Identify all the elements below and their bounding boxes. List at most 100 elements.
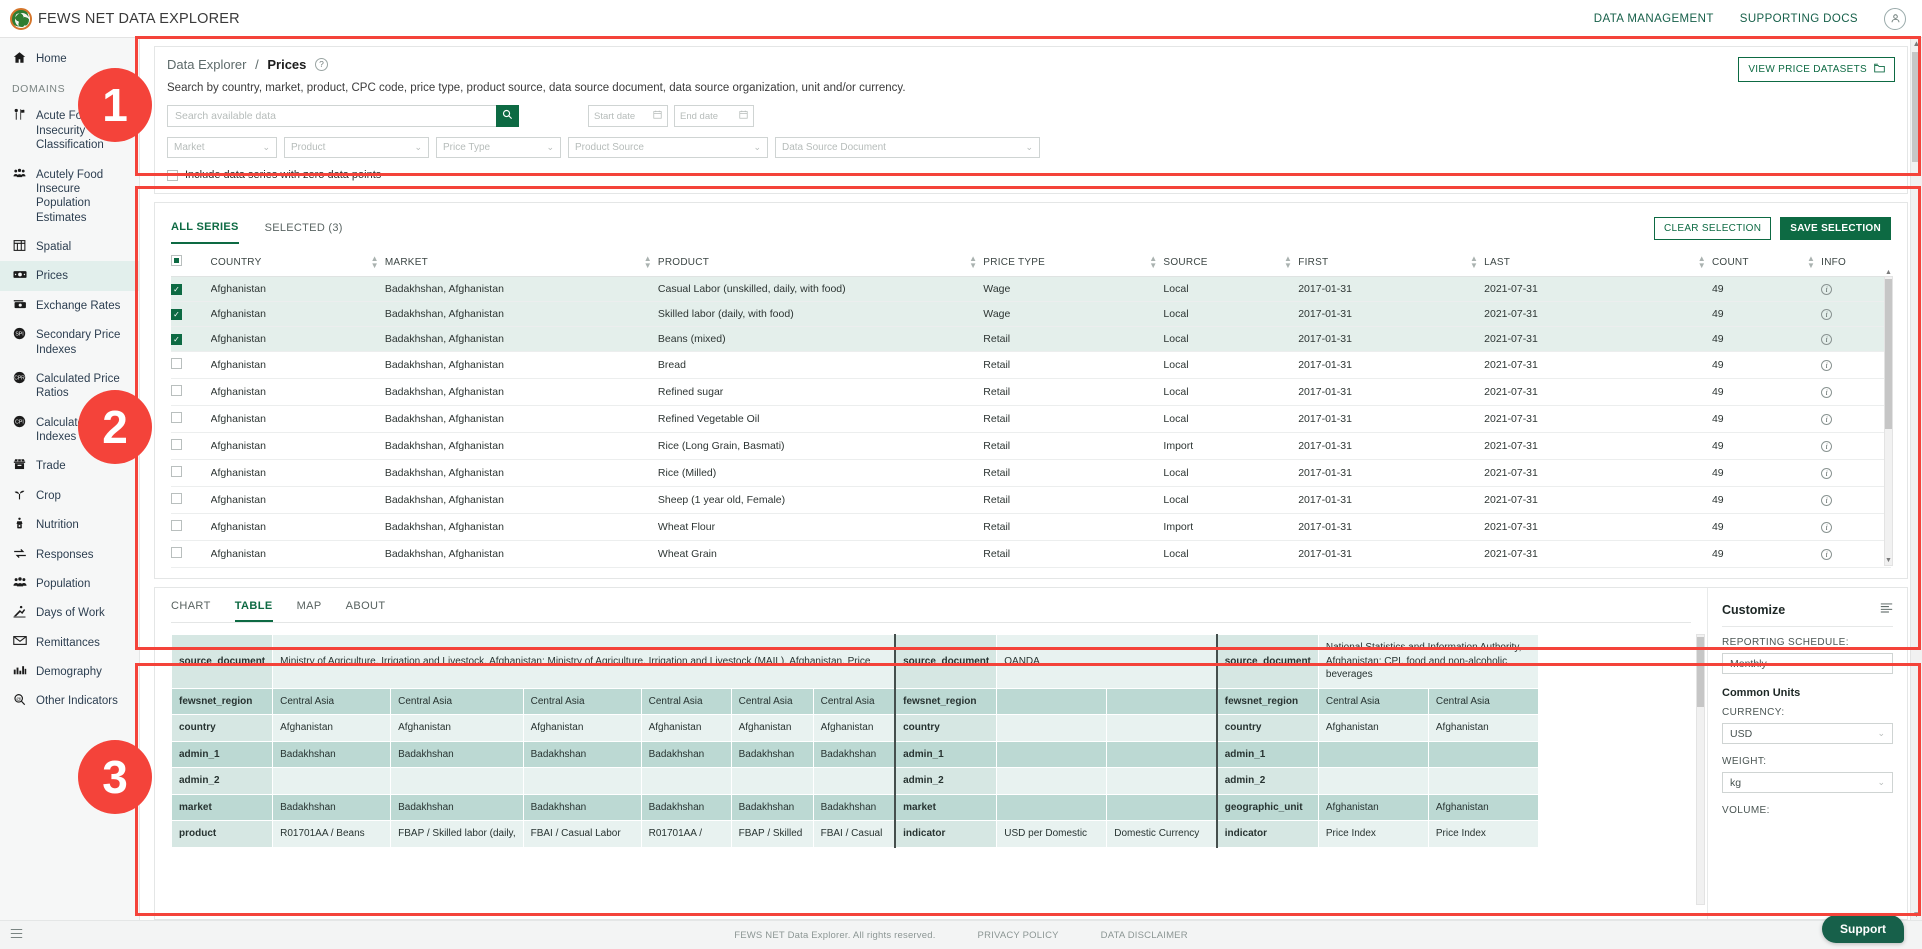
cell-info[interactable]: i — [1821, 277, 1891, 302]
search-button[interactable] — [496, 105, 519, 127]
column-header-price_type[interactable]: PRICE TYPE▲▼ — [983, 248, 1163, 277]
table-row[interactable]: AfghanistanBadakhshan, AfghanistanRefine… — [171, 406, 1891, 433]
brand[interactable]: FEWS NET DATA EXPLORER — [10, 8, 240, 30]
tab-chart[interactable]: CHART — [171, 600, 211, 622]
row-checkbox[interactable] — [171, 466, 182, 477]
row-select-cell[interactable] — [171, 352, 211, 379]
row-checkbox[interactable] — [171, 358, 182, 369]
info-icon[interactable]: i — [1821, 387, 1832, 398]
sidebar-item-secondary-price-indexes[interactable]: SPISecondary Price Indexes — [0, 320, 139, 364]
info-icon[interactable]: i — [1821, 284, 1832, 295]
row-checkbox[interactable] — [171, 520, 182, 531]
view-price-datasets-button[interactable]: VIEW PRICE DATASETS — [1738, 57, 1895, 82]
table-row[interactable]: ✓AfghanistanBadakhshan, AfghanistanSkill… — [171, 302, 1891, 327]
start-date-field[interactable]: Start date — [588, 105, 668, 127]
column-header-market[interactable]: MARKET▲▼ — [385, 248, 658, 277]
sidebar-item-trade[interactable]: Trade — [0, 451, 139, 480]
sort-icon[interactable]: ▲▼ — [1470, 255, 1478, 269]
info-icon[interactable]: i — [1821, 522, 1832, 533]
table-row[interactable]: AfghanistanBadakhshan, AfghanistanSheep … — [171, 487, 1891, 514]
sidebar-item-other-indicators[interactable]: @Other Indicators — [0, 686, 139, 715]
sidebar-item-spatial[interactable]: Spatial — [0, 232, 139, 261]
row-select-cell[interactable]: ✓ — [171, 277, 211, 302]
sidebar-item-calculated-price-indexes[interactable]: CPICalculated Price Indexes — [0, 408, 139, 452]
sidebar-item-home[interactable]: Home — [0, 44, 139, 73]
row-checkbox[interactable]: ✓ — [171, 334, 182, 345]
sort-icon[interactable]: ▲▼ — [644, 255, 652, 269]
row-select-cell[interactable] — [171, 541, 211, 568]
list-settings-icon[interactable] — [1880, 602, 1893, 617]
info-icon[interactable]: i — [1821, 495, 1832, 506]
table-row[interactable]: ✓AfghanistanBadakhshan, AfghanistanCasua… — [171, 277, 1891, 302]
row-select-cell[interactable] — [171, 460, 211, 487]
footer-menu-icon[interactable] — [10, 928, 23, 942]
zero-data-points-checkbox[interactable] — [167, 170, 178, 181]
sort-icon[interactable]: ▲▼ — [371, 255, 379, 269]
reporting-schedule-select[interactable]: Monthly ⌄ — [1722, 653, 1893, 674]
help-icon[interactable]: ? — [315, 58, 328, 71]
column-header-count[interactable]: COUNT▲▼ — [1712, 248, 1821, 277]
tab-all-series[interactable]: ALL SERIES — [171, 221, 239, 244]
clear-selection-button[interactable]: CLEAR SELECTION — [1654, 217, 1771, 240]
tab-table[interactable]: TABLE — [235, 600, 273, 622]
sidebar-item-remittances[interactable]: Remittances — [0, 628, 139, 657]
breadcrumb-root[interactable]: Data Explorer — [167, 57, 246, 72]
cell-info[interactable]: i — [1821, 433, 1891, 460]
select-all-checkbox[interactable] — [171, 255, 182, 266]
cell-info[interactable]: i — [1821, 460, 1891, 487]
sort-icon[interactable]: ▲▼ — [1284, 255, 1292, 269]
column-header-last[interactable]: LAST▲▼ — [1484, 248, 1712, 277]
row-checkbox[interactable] — [171, 439, 182, 450]
row-checkbox[interactable] — [171, 412, 182, 423]
row-checkbox[interactable]: ✓ — [171, 284, 182, 295]
search-input[interactable] — [167, 105, 496, 127]
sort-icon[interactable]: ▲▼ — [1149, 255, 1157, 269]
cell-info[interactable]: i — [1821, 379, 1891, 406]
row-checkbox[interactable] — [171, 385, 182, 396]
filter-select-price-type[interactable]: Price Type⌄ — [436, 137, 561, 158]
cell-info[interactable]: i — [1821, 327, 1891, 352]
row-select-cell[interactable] — [171, 379, 211, 406]
filter-select-data-source-document[interactable]: Data Source Document⌄ — [775, 137, 1040, 158]
currency-select[interactable]: USD ⌄ — [1722, 723, 1893, 744]
cell-info[interactable]: i — [1821, 514, 1891, 541]
sidebar-item-acutely-food-insecure-population-estimates[interactable]: Acutely Food Insecure Population Estimat… — [0, 160, 139, 233]
info-icon[interactable]: i — [1821, 414, 1832, 425]
row-checkbox[interactable] — [171, 493, 182, 504]
series-table-scrollbar[interactable]: ▲ ▼ — [1884, 276, 1893, 566]
tab-selected[interactable]: SELECTED (3) — [265, 222, 343, 243]
info-icon[interactable]: i — [1821, 441, 1832, 452]
table-row[interactable]: AfghanistanBadakhshan, AfghanistanWheat … — [171, 514, 1891, 541]
row-select-cell[interactable] — [171, 487, 211, 514]
row-select-cell[interactable] — [171, 406, 211, 433]
nav-data-management[interactable]: DATA MANAGEMENT — [1594, 13, 1714, 25]
zero-data-points-row[interactable]: Include data series with zero data point… — [167, 169, 1895, 181]
footer-link-data-disclaimer[interactable]: DATA DISCLAIMER — [1101, 930, 1188, 941]
info-icon[interactable]: i — [1821, 468, 1832, 479]
cell-info[interactable]: i — [1821, 406, 1891, 433]
sidebar-item-acute-food-insecurity-classification[interactable]: Acute Food Insecurity Classification — [0, 101, 139, 159]
filter-select-product-source[interactable]: Product Source⌄ — [568, 137, 768, 158]
weight-select[interactable]: kg ⌄ — [1722, 772, 1893, 793]
info-icon[interactable]: i — [1821, 334, 1832, 345]
cell-info[interactable]: i — [1821, 541, 1891, 568]
sort-icon[interactable]: ▲▼ — [1807, 255, 1815, 269]
sidebar-item-demography[interactable]: Demography — [0, 657, 139, 686]
end-date-field[interactable]: End date — [674, 105, 754, 127]
page-scrollbar[interactable]: ▲ ▼ — [1910, 38, 1922, 920]
row-checkbox[interactable]: ✓ — [171, 309, 182, 320]
row-select-cell[interactable]: ✓ — [171, 327, 211, 352]
column-header-product[interactable]: PRODUCT▲▼ — [658, 248, 983, 277]
row-checkbox[interactable] — [171, 547, 182, 558]
info-icon[interactable]: i — [1821, 549, 1832, 560]
table-row[interactable]: AfghanistanBadakhshan, AfghanistanBreadR… — [171, 352, 1891, 379]
table-row[interactable]: ✓AfghanistanBadakhshan, AfghanistanBeans… — [171, 327, 1891, 352]
cell-info[interactable]: i — [1821, 487, 1891, 514]
user-account-icon[interactable] — [1884, 8, 1906, 30]
column-header-first[interactable]: FIRST▲▼ — [1298, 248, 1484, 277]
tab-map[interactable]: MAP — [297, 600, 322, 622]
cell-info[interactable]: i — [1821, 302, 1891, 327]
scrollbar-thumb[interactable] — [1912, 52, 1921, 162]
table-row[interactable]: AfghanistanBadakhshan, AfghanistanRice (… — [171, 433, 1891, 460]
sort-icon[interactable]: ▲▼ — [969, 255, 977, 269]
